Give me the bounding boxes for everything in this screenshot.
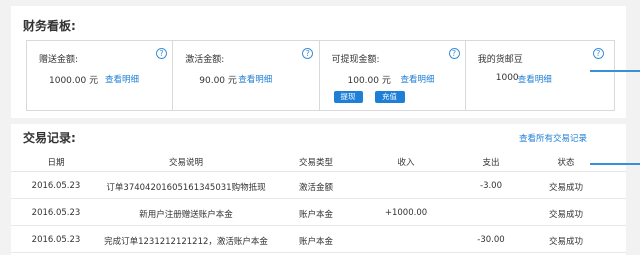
activated-amount-detail-link[interactable]: 查看明细 xyxy=(238,73,272,85)
table-row: 2016.05.23 新用户注册赠送账户本金 账户本金 +1000.00 交易成… xyxy=(11,199,626,226)
help-icon[interactable]: ? xyxy=(302,48,314,59)
gift-amount-label: 赠送金额: xyxy=(39,55,79,65)
withdrawable-amount-label: 可提现金额: xyxy=(331,55,380,65)
cell-expense: -30.00 xyxy=(477,235,505,245)
table-header: 日期 交易说明 交易类型 收入 支出 状态 xyxy=(11,151,626,172)
view-all-transactions-link[interactable]: 查看所有交易记录 xyxy=(519,132,587,144)
transactions-title: 交易记录: xyxy=(23,131,76,145)
transactions-panel: 交易记录: 查看所有交易记录 日期 交易说明 交易类型 收入 支出 状态 201… xyxy=(11,124,626,255)
cell-type: 激活金额 xyxy=(298,183,333,193)
cell-status: 交易成功 xyxy=(548,210,583,220)
cell-date: 2016.05.23 xyxy=(31,235,81,245)
cell-income: +1000.00 xyxy=(384,208,428,218)
gift-amount-card: 赠送金额: ? 1000.00 元 查看明细 xyxy=(27,41,174,110)
finance-dashboard-panel: 财务看板: 赠送金额: ? 1000.00 元 查看明细 激活金额: ? 90.… xyxy=(11,6,626,118)
beans-detail-link[interactable]: 查看明细 xyxy=(518,73,552,85)
activated-amount-card: 激活金额: ? 90.00 元 查看明细 xyxy=(173,41,320,110)
annotation-marker xyxy=(590,70,640,72)
cell-type: 账户本金 xyxy=(298,237,333,247)
cell-description: 订单37404201605161345031购物抵现 xyxy=(106,183,266,193)
help-icon[interactable]: ? xyxy=(448,48,460,59)
beans-value: 1000 xyxy=(495,73,519,83)
recharge-button[interactable]: 充值 xyxy=(374,91,405,103)
cell-status: 交易成功 xyxy=(548,237,583,247)
activated-amount-value: 90.00 元 xyxy=(199,76,237,86)
help-icon[interactable]: ? xyxy=(156,48,167,59)
column-header-expense: 支出 xyxy=(482,158,500,168)
cell-description: 新用户注册赠送账户本金 xyxy=(139,210,233,220)
column-header-income: 收入 xyxy=(397,158,415,168)
gift-amount-value: 1000.00 元 xyxy=(49,76,99,86)
help-icon[interactable]: ? xyxy=(592,48,604,59)
cell-status: 交易成功 xyxy=(548,183,583,193)
table-row: 2016.05.23 完成订单1231212121212，激活账户本金 账户本金… xyxy=(11,226,626,253)
withdrawable-amount-detail-link[interactable]: 查看明细 xyxy=(401,73,435,85)
column-header-description: 交易说明 xyxy=(168,158,203,168)
column-header-type: 交易类型 xyxy=(298,158,333,168)
finance-dashboard-title: 财务看板: xyxy=(23,19,76,33)
cell-date: 2016.05.23 xyxy=(31,181,81,191)
column-header-status: 状态 xyxy=(557,158,575,168)
gift-amount-detail-link[interactable]: 查看明细 xyxy=(105,73,139,85)
beans-label: 我的货邮豆 xyxy=(477,55,523,65)
annotation-marker xyxy=(590,163,640,165)
cell-expense: -3.00 xyxy=(480,181,502,191)
withdraw-button[interactable]: 提现 xyxy=(333,91,363,103)
column-header-date: 日期 xyxy=(47,158,65,168)
cell-type: 账户本金 xyxy=(298,210,333,220)
balance-cards: 赠送金额: ? 1000.00 元 查看明细 激活金额: ? 90.00 元 查… xyxy=(26,40,615,111)
table-row: 2016.05.23 订单37404201605161345031购物抵现 激活… xyxy=(11,172,626,199)
withdrawable-amount-card: 可提现金额: ? 100.00 元 查看明细 提现 充值 xyxy=(320,41,466,110)
activated-amount-label: 激活金额: xyxy=(185,55,225,65)
cell-description: 完成订单1231212121212，激活账户本金 xyxy=(104,237,268,247)
beans-card: 我的货邮豆 ? 1000 查看明细 xyxy=(466,41,614,110)
withdrawable-amount-value: 100.00 元 xyxy=(347,76,391,86)
cell-date: 2016.05.23 xyxy=(31,208,81,218)
